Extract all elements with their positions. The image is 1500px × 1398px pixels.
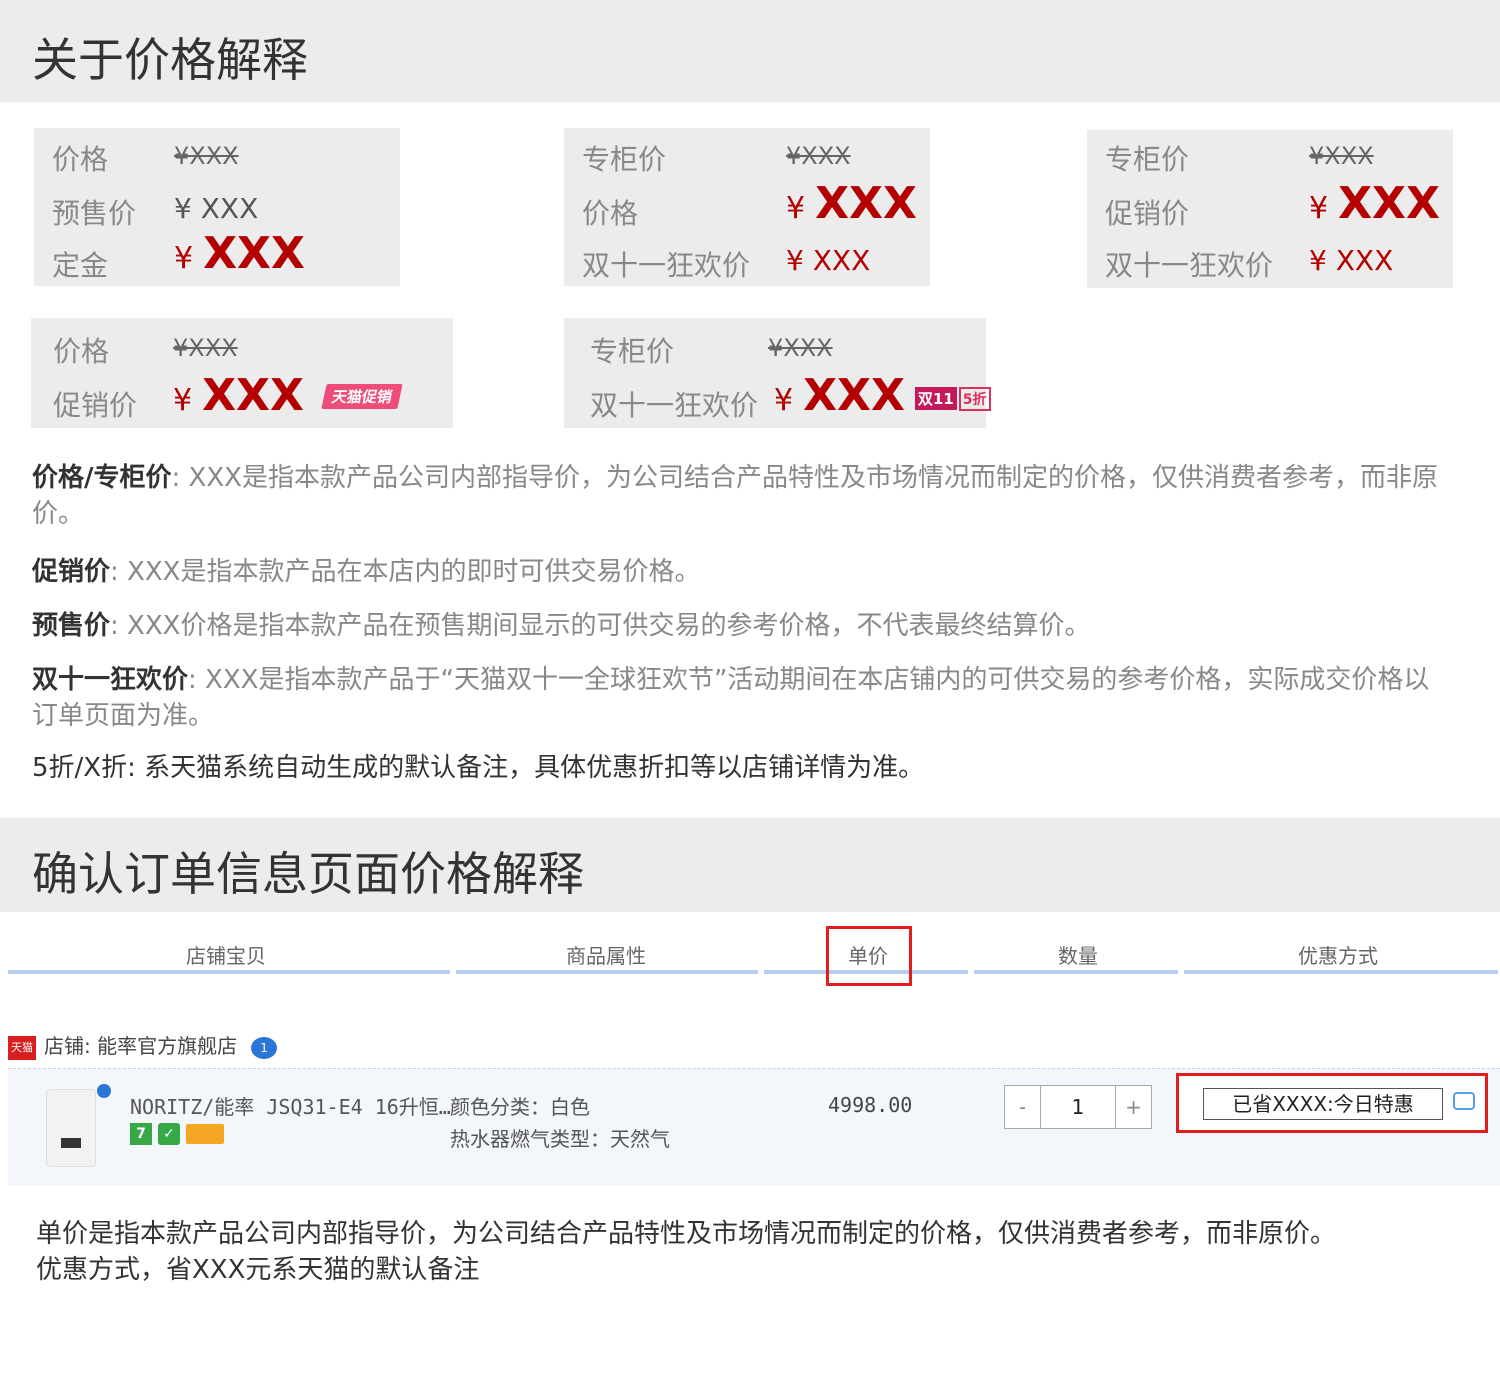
product-thumbnail[interactable] <box>46 1084 111 1167</box>
tmall-promo-badge: 天猫促销 <box>321 384 403 409</box>
unit-price-value: 4998.00 <box>828 1093 913 1117</box>
col-header-item: 店铺宝贝 <box>186 944 266 968</box>
deposit-label: 定金 <box>52 249 109 282</box>
promo-price-label: 促销价 <box>1105 197 1190 230</box>
price-value-strike: ¥XXX <box>173 334 238 362</box>
price-label: 价格 <box>52 143 109 176</box>
presale-label: 预售价 <box>52 197 137 230</box>
double11-label: 双十一狂欢价 <box>1105 249 1274 282</box>
discount-badge: 5折 <box>958 387 991 411</box>
note-discount: 5折/X折: 系天猫系统自动生成的默认备注，具体优惠折扣等以店铺详情为准。 <box>32 753 925 783</box>
section-title: 关于价格解释 <box>32 33 308 87</box>
quantity-increase-button[interactable]: + <box>1115 1086 1151 1128</box>
service-icons: 7 ✓ <box>130 1123 230 1145</box>
product-badge-icon <box>97 1084 111 1098</box>
double11-badge: 双11 <box>914 387 957 410</box>
footer-line-1: 单价是指本款产品公司内部指导价，为公司结合产品特性及市场情况而制定的价格，仅供消… <box>36 1219 1337 1249</box>
col-header-quantity: 数量 <box>1058 944 1098 968</box>
section-title: 确认订单信息页面价格解释 <box>32 847 584 901</box>
quantity-input[interactable]: 1 <box>1041 1086 1115 1128</box>
shop-row: 天猫 店铺: 能率官方旗舰店 1 <box>8 1030 278 1060</box>
credit-card-icon <box>186 1124 224 1144</box>
col-header-attributes: 商品属性 <box>566 944 646 968</box>
discount-tag[interactable]: 已省XXXX:今日特惠 <box>1203 1088 1443 1120</box>
double11-value: ¥ XXX <box>786 244 871 277</box>
note-price: 价格/专柜价: XXX是指本款产品公司内部指导价，为公司结合产品特性及市场情况而… <box>32 463 1438 529</box>
counter-price-label: 专柜价 <box>590 335 675 368</box>
guarantee-shield-icon: ✓ <box>158 1123 180 1145</box>
double11-label: 双十一狂欢价 <box>582 249 751 282</box>
product-name[interactable]: NORITZ/能率 JSQ31-E4 16升恒… <box>130 1091 451 1120</box>
table-row: NORITZ/能率 JSQ31-E4 16升恒… 7 ✓ 颜色分类：白色 热水器燃… <box>8 1068 1500 1186</box>
price-label: 价格 <box>582 197 639 230</box>
price-box-double11-promo: 专柜价 ¥XXX 双十一狂欢价 ¥ XXX 双11 5折 <box>564 318 991 428</box>
counter-price-value: ¥XXX <box>786 142 851 170</box>
attr-color: 颜色分类：白色 <box>450 1095 590 1119</box>
price-box-tmall-promo: 价格 ¥XXX 促销价 ¥ XXX 天猫促销 <box>31 318 453 428</box>
header-underline <box>974 970 1178 974</box>
section-header-price-explanation: 关于价格解释 <box>0 0 1500 102</box>
note-double11-price: 双十一狂欢价: XXX是指本款产品于“天猫双十一全球狂欢节”活动期间在本店铺内的… <box>32 665 1430 731</box>
quantity-stepper: - 1 + <box>1004 1085 1152 1129</box>
note-presale-price: 预售价: XXX价格是指本款产品在预售期间显示的可供交易的参考价格，不代表最终结… <box>32 611 1091 641</box>
message-icon[interactable] <box>1453 1092 1475 1110</box>
section-header-order-price: 确认订单信息页面价格解释 <box>0 818 1500 912</box>
header-underline <box>1184 970 1498 974</box>
discount-highlight: 已省XXXX:今日特惠 <box>1176 1073 1488 1133</box>
footer-note: 单价是指本款产品公司内部指导价，为公司结合产品特性及市场情况而制定的价格，仅供消… <box>36 1216 1336 1288</box>
seven-day-return-icon: 7 <box>130 1123 152 1145</box>
double11-value: ¥ XXX 双11 5折 <box>774 370 991 421</box>
double11-label: 双十一狂欢价 <box>590 389 759 422</box>
price-value: ¥ XXX <box>786 178 917 229</box>
price-label: 价格 <box>53 335 110 368</box>
presale-value: ¥ XXX <box>174 192 259 225</box>
quantity-decrease-button[interactable]: - <box>1005 1086 1041 1128</box>
unit-price-highlight <box>826 926 912 986</box>
promo-price-value: ¥ XXX 天猫促销 <box>173 370 403 421</box>
attr-gas-type: 热水器燃气类型：天然气 <box>450 1127 670 1151</box>
counter-price-label: 专柜价 <box>1105 143 1190 176</box>
shop-label[interactable]: 店铺: 能率官方旗舰店 <box>44 1034 237 1058</box>
counter-price-value: ¥XXX <box>1309 142 1374 170</box>
col-header-discount: 优惠方式 <box>1298 944 1378 968</box>
note-promo-price: 促销价: XXX是指本款产品在本店内的即时可供交易价格。 <box>32 557 701 587</box>
water-heater-display-icon <box>61 1138 81 1148</box>
promo-price-value: ¥ XXX <box>1309 178 1440 229</box>
shop-chat-icon[interactable]: 1 <box>251 1036 278 1059</box>
tmall-shop-icon: 天猫 <box>8 1035 36 1060</box>
counter-price-label: 专柜价 <box>582 143 667 176</box>
footer-line-2: 优惠方式，省XXX元系天猫的默认备注 <box>36 1255 480 1285</box>
counter-price-value: ¥XXX <box>768 334 833 362</box>
price-box-promo-double11: 专柜价 ¥XXX 促销价 ¥ XXX 双十一狂欢价 ¥ XXX <box>1087 130 1453 288</box>
header-underline <box>8 970 450 974</box>
double11-value: ¥ XXX <box>1309 244 1394 277</box>
header-underline <box>456 970 758 974</box>
deposit-value: ¥ XXX <box>174 228 305 279</box>
price-value-strike: ¥XXX <box>174 142 239 170</box>
price-box-double11: 专柜价 ¥XXX 价格 ¥ XXX 双十一狂欢价 ¥ XXX <box>564 128 930 286</box>
price-box-presale: 价格 ¥XXX 预售价 ¥ XXX 定金 ¥ XXX <box>34 128 400 286</box>
promo-price-label: 促销价 <box>53 389 138 422</box>
